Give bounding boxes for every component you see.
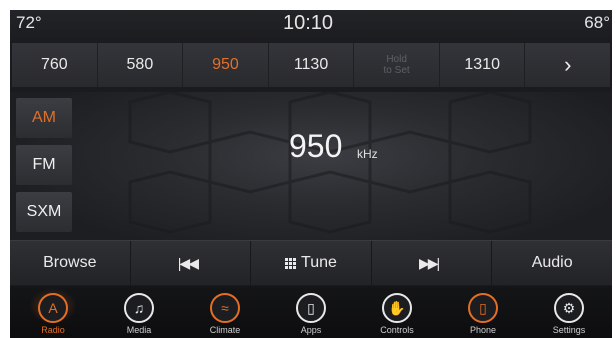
control-row: Browse |◀◀ Tune ▶▶| Audio (10, 240, 612, 285)
controls-icon: ✋ (382, 293, 412, 323)
browse-button[interactable]: Browse (10, 241, 131, 285)
preset-1310[interactable]: 1310 (439, 43, 526, 87)
frequency-display: 950 (289, 128, 343, 164)
nav-apps-label: Apps (300, 325, 322, 335)
band-am-button[interactable]: AM (16, 98, 72, 138)
nav-media-label: Media (126, 325, 152, 335)
next-presets-button[interactable]: › (525, 43, 611, 87)
preset-empty[interactable]: Hold to Set (354, 43, 440, 87)
preset-950[interactable]: 950 (183, 43, 269, 87)
seek-forward-icon: ▶▶| (418, 254, 440, 271)
climate-icon: ≈ (210, 293, 240, 323)
outside-temperature-right: 68° (584, 13, 610, 32)
bottom-nav: A Radio ♫ Media ≈ Climate ▯ Apps ✋ Contr… (10, 286, 612, 338)
nav-apps[interactable]: ▯ Apps (268, 286, 354, 338)
music-note-icon: ♫ (124, 293, 154, 323)
tune-label: Tune (301, 254, 337, 271)
nav-radio[interactable]: A Radio (10, 286, 96, 338)
preset-760[interactable]: 760 (12, 43, 98, 87)
radio-icon: A (38, 293, 68, 323)
gear-icon: ⚙ (554, 293, 584, 323)
to-set-label: to Set (383, 65, 410, 76)
nav-settings-label: Settings (552, 325, 586, 335)
nav-settings[interactable]: ⚙ Settings (526, 286, 612, 338)
nav-controls-label: Controls (380, 325, 414, 335)
frequency-unit: kHz (357, 147, 378, 161)
outside-temperature-left: 72° (16, 13, 42, 32)
audio-button[interactable]: Audio (492, 241, 612, 285)
hexagon-background (10, 92, 612, 252)
seek-forward-button[interactable]: ▶▶| (372, 241, 493, 285)
status-bar: 72° 10:10 68° (10, 10, 612, 42)
nav-phone-label: Phone (469, 325, 497, 335)
clock: 10:10 (283, 12, 334, 34)
keypad-icon (285, 257, 297, 269)
preset-1130[interactable]: 1130 (268, 43, 355, 87)
nav-phone[interactable]: ▯ Phone (440, 286, 526, 338)
nav-media[interactable]: ♫ Media (96, 286, 182, 338)
hold-label: Hold (386, 54, 407, 65)
preset-row: 760 580 950 1130 Hold to Set 1310 › (12, 43, 611, 87)
phone-icon: ▯ (468, 293, 498, 323)
band-sxm-button[interactable]: SXM (16, 192, 72, 232)
preset-580[interactable]: 580 (97, 43, 184, 87)
apps-icon: ▯ (296, 293, 326, 323)
chevron-right-icon: › (564, 52, 572, 77)
nav-radio-label: Radio (41, 325, 65, 335)
tune-button[interactable]: Tune (251, 241, 372, 285)
nav-climate-label: Climate (209, 325, 241, 335)
seek-back-icon: |◀◀ (177, 254, 199, 271)
nav-climate[interactable]: ≈ Climate (182, 286, 268, 338)
band-fm-button[interactable]: FM (16, 145, 72, 185)
nav-controls[interactable]: ✋ Controls (354, 286, 440, 338)
radio-screen: 72° 10:10 68° 760 580 950 1130 Hold to S… (10, 10, 612, 338)
seek-back-button[interactable]: |◀◀ (131, 241, 252, 285)
